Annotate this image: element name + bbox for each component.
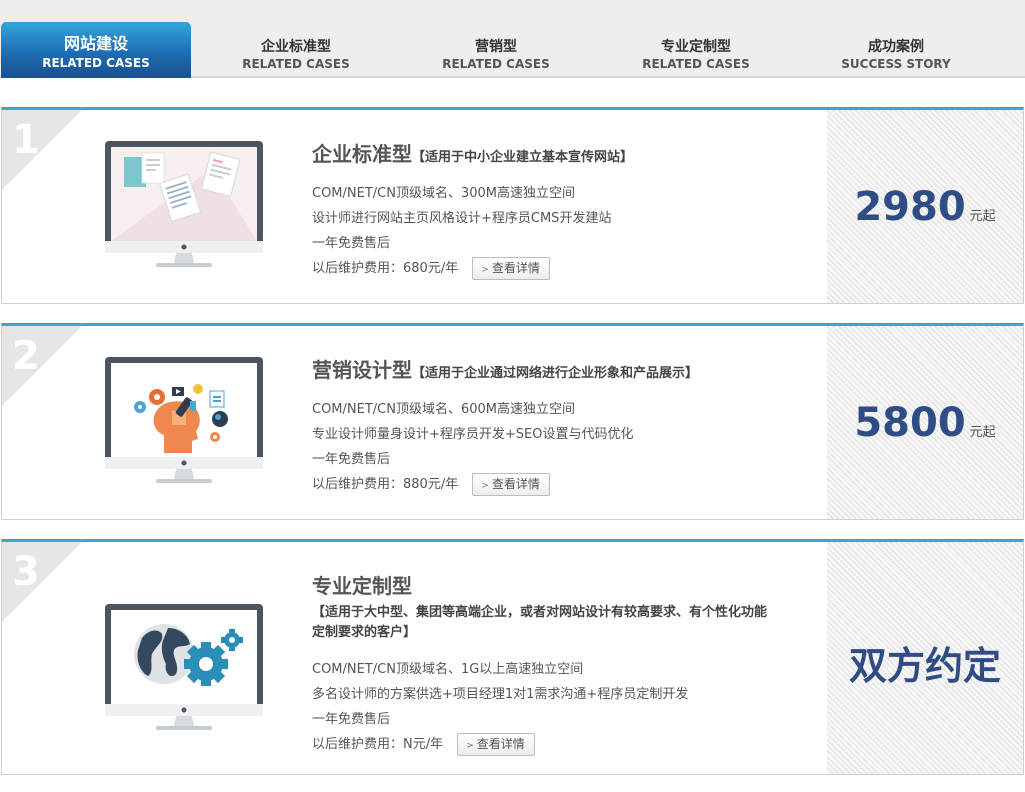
tab-title: 企业标准型 <box>261 39 331 55</box>
package-card-custom: 3 专业定制型 【适用于大中型、集团等高端企业，或者对网站设计有较高要求、有个性… <box>1 539 1024 775</box>
globe-gears-illustration <box>102 602 266 732</box>
chevron-right-icon: > <box>481 265 489 275</box>
view-details-button[interactable]: > 查看详情 <box>472 473 550 496</box>
tab-title: 成功案例 <box>868 39 924 55</box>
package-number: 1 <box>12 117 40 163</box>
button-label: 查看详情 <box>491 261 540 275</box>
tab-subtitle: RELATED CASES <box>42 56 150 70</box>
price-negotiable: 双方约定 <box>848 644 1001 688</box>
tab-marketing[interactable]: 营销型 RELATED CASES <box>401 22 591 78</box>
price-panel: 5800 元起 <box>827 326 1023 519</box>
chevron-right-icon: > <box>466 741 474 751</box>
feature-line: COM/NET/CN顶级域名、1G以上高速独立空间 <box>312 662 584 677</box>
feature-line: 一年免费售后 <box>312 236 391 251</box>
price: 5800 元起 <box>827 400 1023 446</box>
view-details-button[interactable]: > 查看详情 <box>472 257 550 280</box>
package-subtitle: 【适用于企业通过网络进行企业形象和产品展示】 <box>412 366 699 381</box>
tab-subtitle: RELATED CASES <box>242 57 350 71</box>
package-card-standard: 1 企业标准型【适用于中小企业建立基本宣传网站】 COM/NET/CN顶级域名、… <box>1 107 1024 304</box>
package-info: 企业标准型【适用于中小企业建立基本宣传网站】 COM/NET/CN顶级域名、30… <box>312 138 633 281</box>
price-panel: 双方约定 <box>827 542 1023 774</box>
tab-success-story[interactable]: 成功案例 SUCCESS STORY <box>801 22 991 78</box>
package-info: 专业定制型 【适用于大中型、集团等高端企业，或者对网站设计有较高要求、有个性化功… <box>312 570 772 757</box>
chevron-right-icon: > <box>481 481 489 491</box>
feature-line: COM/NET/CN顶级域名、600M高速独立空间 <box>312 402 575 417</box>
package-number: 2 <box>12 333 40 379</box>
marketing-illustration <box>102 355 266 485</box>
feature-line: 多名设计师的方案供选+项目经理1对1需求沟通+程序员定制开发 <box>312 687 689 702</box>
tab-subtitle: RELATED CASES <box>442 57 550 71</box>
package-title: 企业标准型 <box>312 142 412 166</box>
feature-line: 专业设计师量身设计+程序员开发+SEO设置与代码优化 <box>312 427 634 442</box>
price-unit: 元起 <box>969 425 996 440</box>
maintenance-fee: 以后维护费用：680元/年 <box>312 261 459 276</box>
price: 2980 元起 <box>827 184 1023 230</box>
package-card-marketing: 2 营销设计型【适用于企业通过网络进行企业形象和产品展示】 COM/NET/CN… <box>1 323 1024 520</box>
package-info: 营销设计型【适用于企业通过网络进行企业形象和产品展示】 COM/NET/CN顶级… <box>312 354 698 497</box>
tab-subtitle: RELATED CASES <box>642 57 750 71</box>
maintenance-fee-row: 以后维护费用：N元/年 > 查看详情 <box>312 732 772 757</box>
tab-enterprise-standard[interactable]: 企业标准型 RELATED CASES <box>201 22 391 78</box>
maintenance-fee: 以后维护费用：N元/年 <box>312 737 444 752</box>
button-label: 查看详情 <box>491 477 540 491</box>
view-details-button[interactable]: > 查看详情 <box>457 733 535 756</box>
price-unit: 元起 <box>969 209 996 224</box>
tab-bar: 网站建设 RELATED CASES 企业标准型 RELATED CASES 营… <box>0 0 1025 78</box>
tab-title: 专业定制型 <box>661 39 731 55</box>
tab-title: 营销型 <box>475 39 517 55</box>
tab-custom[interactable]: 专业定制型 RELATED CASES <box>601 22 791 78</box>
tab-website-building[interactable]: 网站建设 RELATED CASES <box>1 22 191 78</box>
package-subtitle: 【适用于大中型、集团等高端企业，或者对网站设计有较高要求、有个性化功能定制要求的… <box>312 605 768 640</box>
package-number: 3 <box>12 549 40 595</box>
button-label: 查看详情 <box>476 737 525 751</box>
price-amount: 2980 <box>854 184 966 230</box>
tab-subtitle: SUCCESS STORY <box>841 57 951 71</box>
feature-line: 设计师进行网站主页风格设计+程序员CMS开发建站 <box>312 211 612 226</box>
price-panel: 2980 元起 <box>827 110 1023 303</box>
feature-line: COM/NET/CN顶级域名、300M高速独立空间 <box>312 186 575 201</box>
package-title: 营销设计型 <box>312 358 412 382</box>
documents-illustration <box>102 139 266 269</box>
maintenance-fee-row: 以后维护费用：880元/年 > 查看详情 <box>312 472 698 497</box>
maintenance-fee-row: 以后维护费用：680元/年 > 查看详情 <box>312 256 633 281</box>
price-amount: 5800 <box>854 400 966 446</box>
maintenance-fee: 以后维护费用：880元/年 <box>312 477 459 492</box>
package-subtitle: 【适用于中小企业建立基本宣传网站】 <box>412 150 634 165</box>
feature-line: 一年免费售后 <box>312 452 391 467</box>
feature-line: 一年免费售后 <box>312 712 391 727</box>
package-title: 专业定制型 <box>312 574 412 598</box>
tab-title: 网站建设 <box>63 34 128 53</box>
